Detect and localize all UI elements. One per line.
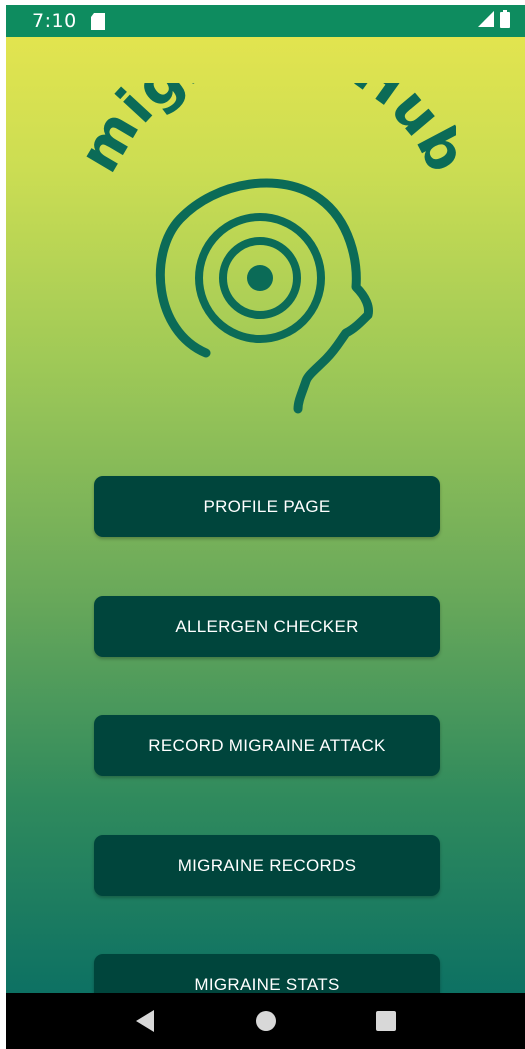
migraine-stats-button[interactable]: MIGRAINE STATS — [94, 954, 440, 993]
recents-icon[interactable] — [366, 1001, 406, 1041]
svg-text:migraineHub: migraineHub — [76, 83, 456, 183]
migraine-records-button[interactable]: MIGRAINE RECORDS — [94, 835, 440, 896]
logo-text: migraineHub — [67, 37, 479, 183]
record-migraine-attack-button[interactable]: RECORD MIGRAINE ATTACK — [94, 715, 440, 776]
status-bar: 7:10 — [6, 5, 525, 37]
phone-screen: 7:10 ig u PROFILE PAGE ALLERGEN CHECKER … — [6, 5, 525, 1049]
allergen-checker-button[interactable]: ALLERGEN CHECKER — [94, 596, 440, 657]
battery-icon — [500, 9, 510, 33]
status-time: 7:10 — [32, 10, 77, 32]
profile-page-button[interactable]: PROFILE PAGE — [94, 476, 440, 537]
migrainehub-logo: migraineHub — [67, 37, 479, 443]
sd-card-icon — [90, 12, 105, 30]
navigation-bar — [6, 993, 525, 1049]
home-screen: migraineHub PROFILE PAGE ALLERGEN CHECKE… — [6, 37, 525, 993]
status-right-icons — [478, 9, 510, 33]
back-icon[interactable] — [126, 1001, 166, 1041]
signal-icon — [478, 10, 494, 32]
home-icon[interactable] — [246, 1001, 286, 1041]
